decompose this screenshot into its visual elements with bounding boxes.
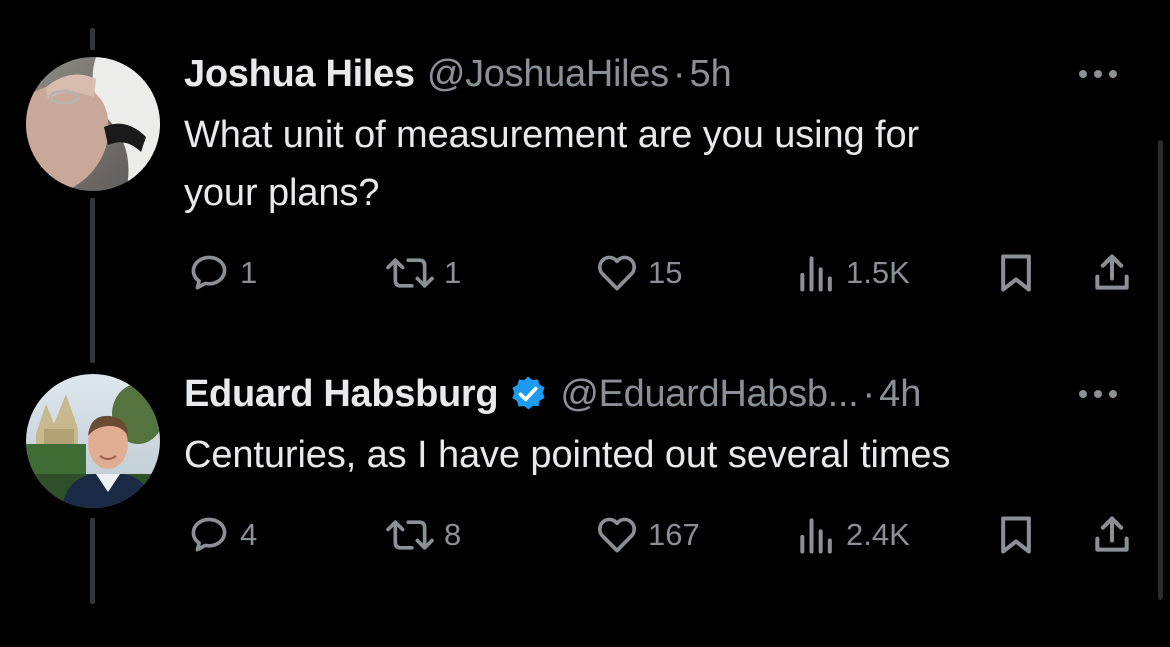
share-button[interactable] xyxy=(1090,510,1134,560)
more-options-button[interactable] xyxy=(1074,54,1122,94)
bookmark-button[interactable] xyxy=(996,248,1036,298)
bookmark-button[interactable] xyxy=(996,510,1036,560)
user-handle[interactable]: @JoshuaHiles xyxy=(427,53,669,96)
like-count: 15 xyxy=(648,255,683,290)
tweet-text: Centuries, as I have pointed out several… xyxy=(184,426,1140,484)
tweet-actions: 4 8 167 2.4K xyxy=(0,510,1170,560)
separator-dot: · xyxy=(862,372,876,415)
like-count: 167 xyxy=(648,517,700,552)
bookmark-icon xyxy=(1001,516,1031,554)
timestamp[interactable]: 4h xyxy=(879,373,921,416)
avatar[interactable] xyxy=(26,374,160,508)
tweet-text-line: What unit of measurement are you using f… xyxy=(184,114,920,156)
views-button[interactable]: 2.4K xyxy=(796,510,910,560)
verified-badge-svg xyxy=(512,376,545,410)
tweet-text-line: Centuries, as I have pointed out several… xyxy=(184,434,951,476)
like-button[interactable]: 15 xyxy=(594,248,682,298)
reply-icon xyxy=(191,255,227,290)
more-options-button[interactable] xyxy=(1074,374,1122,414)
heart-icon xyxy=(597,517,637,553)
avatar[interactable] xyxy=(26,57,160,191)
analytics-icon xyxy=(800,256,832,292)
tweet-header: Joshua Hiles @JoshuaHiles · 5h xyxy=(184,50,1140,98)
user-photo-avatar-image xyxy=(26,57,160,191)
timestamp[interactable]: 5h xyxy=(689,53,731,96)
repost-icon xyxy=(386,258,434,288)
tweet-eduard-habsburg[interactable]: Eduard Habsburg @EduardHabsb... · 4h Cen… xyxy=(0,340,1170,640)
tweet-text-line: your plans? xyxy=(184,172,380,214)
views-count: 1.5K xyxy=(846,255,910,290)
tweet-text: What unit of measurement are you using f… xyxy=(184,106,1140,222)
share-icon xyxy=(1095,516,1129,552)
more-horizontal-icon xyxy=(1079,390,1117,398)
user-handle[interactable]: @EduardHabsb... xyxy=(560,373,858,416)
tweet-joshua-hiles[interactable]: Joshua Hiles @JoshuaHiles · 5h What unit… xyxy=(0,0,1170,340)
more-horizontal-icon xyxy=(1079,70,1117,78)
display-name[interactable]: Eduard Habsburg xyxy=(184,373,499,416)
tweet-actions: 1 1 15 1.5K xyxy=(0,248,1170,298)
repost-button[interactable]: 8 xyxy=(384,510,461,560)
repost-icon xyxy=(386,520,434,550)
reply-button[interactable]: 1 xyxy=(186,248,257,298)
views-button[interactable]: 1.5K xyxy=(796,248,910,298)
reply-icon xyxy=(191,517,227,552)
share-icon xyxy=(1095,254,1129,290)
like-button[interactable]: 167 xyxy=(594,510,700,560)
analytics-icon xyxy=(800,518,832,554)
views-count: 2.4K xyxy=(846,517,910,552)
reply-count: 1 xyxy=(240,255,258,290)
bookmark-icon xyxy=(1001,254,1031,292)
repost-count: 8 xyxy=(444,517,462,552)
tweet-header: Eduard Habsburg @EduardHabsb... · 4h xyxy=(184,370,1140,418)
separator-dot: · xyxy=(672,52,686,95)
reply-button[interactable]: 4 xyxy=(186,510,257,560)
user-photo-avatar-image xyxy=(26,374,160,508)
verified-badge-icon xyxy=(508,374,548,414)
repost-count: 1 xyxy=(444,255,462,290)
repost-button[interactable]: 1 xyxy=(384,248,461,298)
reply-count: 4 xyxy=(240,517,258,552)
display-name[interactable]: Joshua Hiles xyxy=(184,53,415,96)
heart-icon xyxy=(597,255,637,291)
share-button[interactable] xyxy=(1090,248,1134,298)
